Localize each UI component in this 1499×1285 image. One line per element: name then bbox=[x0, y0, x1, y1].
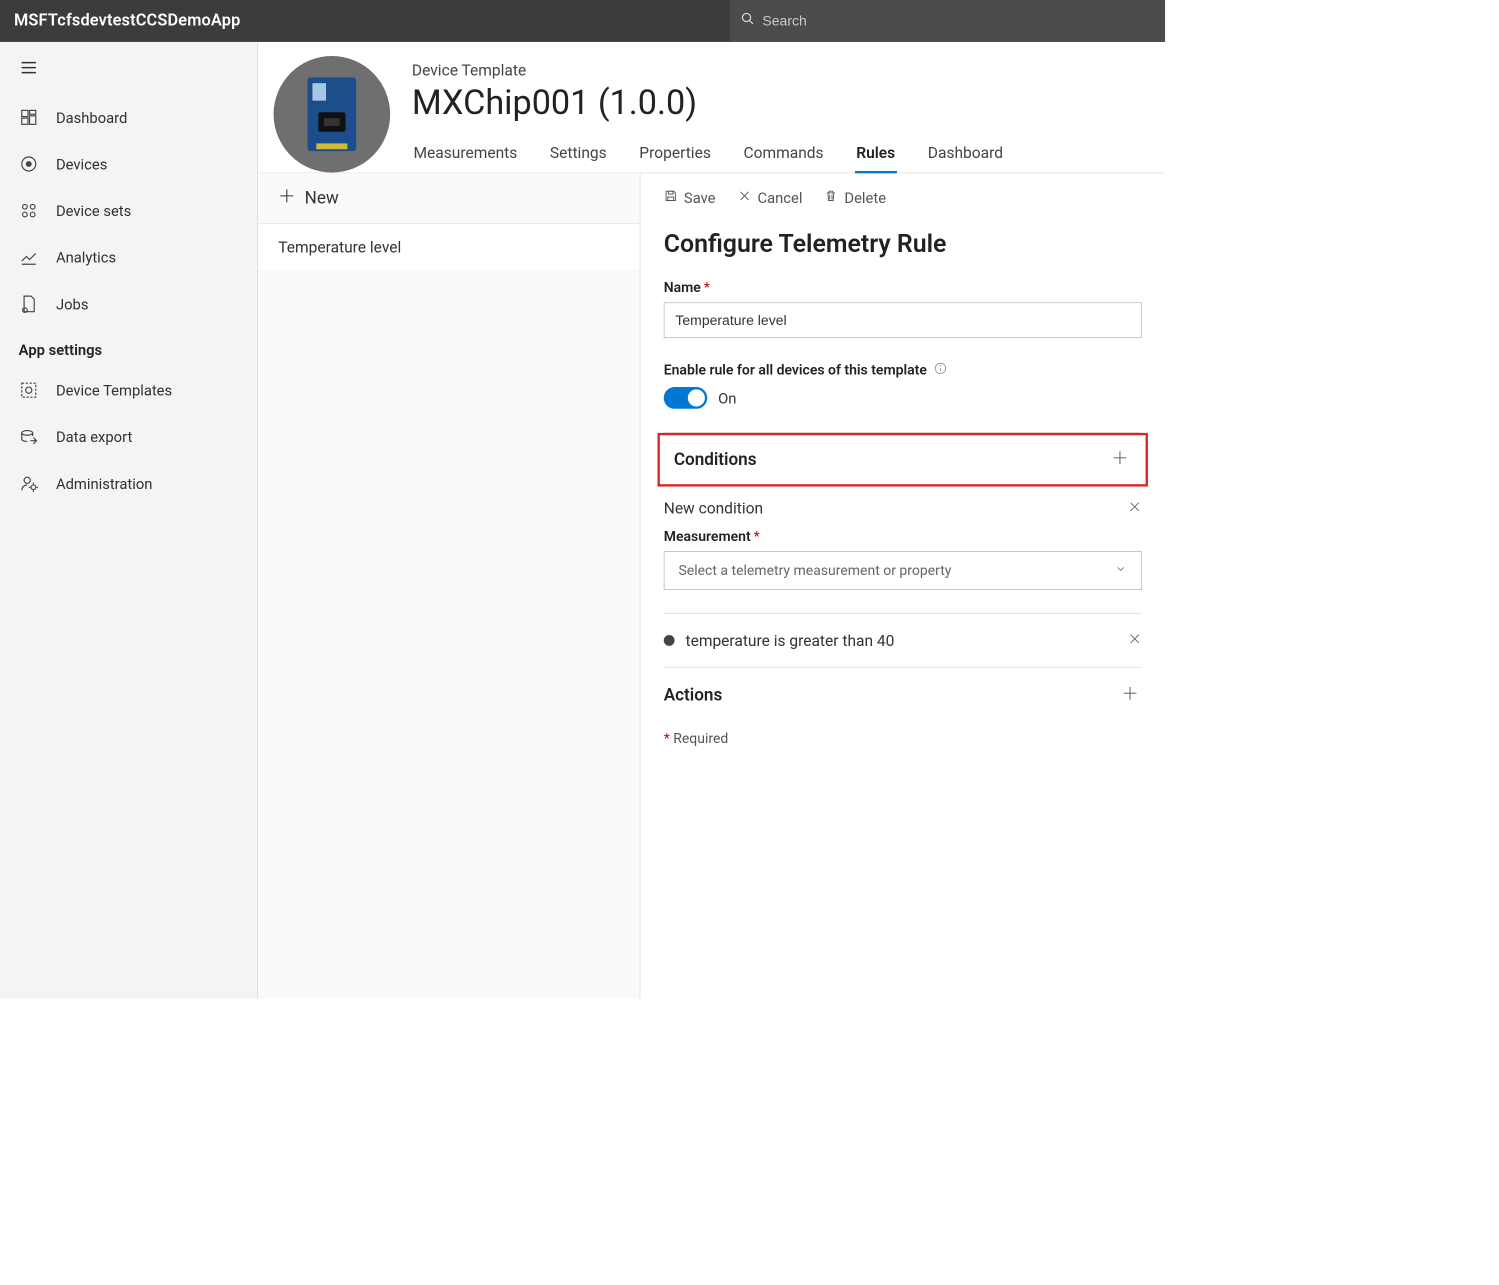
sidebar-item-administration[interactable]: Administration bbox=[0, 460, 257, 507]
condition-dot-icon bbox=[664, 635, 675, 646]
new-rule-button[interactable]: New bbox=[258, 173, 640, 224]
dashboard-icon bbox=[19, 107, 39, 127]
tabs: Measurements Settings Properties Command… bbox=[412, 137, 1150, 173]
conditions-heading: Conditions bbox=[674, 450, 757, 469]
tab-settings[interactable]: Settings bbox=[548, 137, 608, 173]
hamburger-menu[interactable] bbox=[0, 50, 257, 94]
remove-existing-condition-button[interactable] bbox=[1128, 631, 1142, 649]
sidebar-item-label: Devices bbox=[56, 155, 107, 173]
save-button[interactable]: Save bbox=[664, 189, 716, 207]
sidebar-item-dashboard[interactable]: Dashboard bbox=[0, 94, 257, 141]
tab-rules[interactable]: Rules bbox=[855, 137, 897, 173]
actions-heading: Actions bbox=[664, 685, 723, 704]
data-export-icon bbox=[19, 427, 39, 447]
page-title: MXChip001 (1.0.0) bbox=[412, 82, 1150, 122]
name-field-label: Name* bbox=[664, 280, 1142, 296]
enable-rule-label: Enable rule for all devices of this temp… bbox=[664, 362, 927, 378]
rule-name-input[interactable] bbox=[664, 302, 1142, 338]
save-icon bbox=[664, 189, 678, 207]
trash-icon bbox=[824, 189, 838, 207]
new-rule-label: New bbox=[305, 188, 339, 207]
device-sets-icon bbox=[19, 201, 39, 221]
measurement-select-placeholder: Select a telemetry measurement or proper… bbox=[678, 562, 951, 578]
jobs-icon bbox=[19, 294, 39, 314]
toggle-state-label: On bbox=[718, 389, 736, 407]
sidebar: Dashboard Devices Device sets Analytics bbox=[0, 42, 258, 999]
sidebar-item-jobs[interactable]: Jobs bbox=[0, 281, 257, 328]
tab-measurements[interactable]: Measurements bbox=[412, 137, 519, 173]
device-templates-icon bbox=[19, 380, 39, 400]
sidebar-item-label: Data export bbox=[56, 428, 132, 446]
analytics-icon bbox=[19, 247, 39, 267]
sidebar-item-label: Device sets bbox=[56, 202, 131, 220]
measurement-select[interactable]: Select a telemetry measurement or proper… bbox=[664, 551, 1142, 590]
sidebar-item-device-templates[interactable]: Device Templates bbox=[0, 367, 257, 414]
tab-dashboard[interactable]: Dashboard bbox=[926, 137, 1004, 173]
chevron-down-icon bbox=[1115, 562, 1127, 578]
tab-commands[interactable]: Commands bbox=[742, 137, 825, 173]
rule-detail-title: Configure Telemetry Rule bbox=[664, 228, 1142, 258]
sidebar-item-label: Dashboard bbox=[56, 108, 127, 126]
conditions-section-highlight: Conditions bbox=[658, 433, 1148, 487]
info-icon[interactable] bbox=[933, 361, 947, 379]
detail-toolbar: Save Cancel Delete bbox=[640, 173, 1165, 217]
sidebar-section-title: App settings bbox=[0, 327, 257, 367]
required-note: * Required bbox=[640, 720, 1165, 758]
search-input[interactable] bbox=[762, 13, 1154, 29]
breadcrumb: Device Template bbox=[412, 61, 1150, 80]
add-action-button[interactable] bbox=[1118, 682, 1141, 709]
sidebar-item-label: Jobs bbox=[56, 295, 88, 313]
close-icon bbox=[737, 189, 751, 207]
search-icon bbox=[741, 12, 755, 31]
add-condition-button[interactable] bbox=[1108, 446, 1131, 473]
administration-icon bbox=[19, 473, 39, 493]
existing-condition-row[interactable]: temperature is greater than 40 bbox=[640, 614, 1165, 667]
app-title: MSFTcfsdevtestCCSDemoApp bbox=[0, 12, 730, 31]
plus-icon bbox=[278, 187, 295, 209]
device-avatar bbox=[274, 56, 391, 173]
existing-condition-text: temperature is greater than 40 bbox=[685, 631, 894, 650]
sidebar-item-analytics[interactable]: Analytics bbox=[0, 234, 257, 281]
search-box[interactable] bbox=[730, 0, 1165, 42]
sidebar-item-label: Device Templates bbox=[56, 381, 172, 399]
cancel-button[interactable]: Cancel bbox=[737, 189, 802, 207]
rule-detail-column: Save Cancel Delete bbox=[640, 173, 1165, 998]
sidebar-item-data-export[interactable]: Data export bbox=[0, 413, 257, 460]
rules-list-column: New Temperature level bbox=[258, 173, 640, 998]
remove-new-condition-button[interactable] bbox=[1128, 499, 1142, 518]
topbar: MSFTcfsdevtestCCSDemoApp bbox=[0, 0, 1165, 42]
new-condition-label: New condition bbox=[664, 499, 763, 518]
sidebar-item-devices[interactable]: Devices bbox=[0, 141, 257, 188]
sidebar-item-label: Analytics bbox=[56, 248, 116, 266]
measurement-field-label: Measurement* bbox=[664, 528, 1142, 544]
delete-button[interactable]: Delete bbox=[824, 189, 886, 207]
devices-icon bbox=[19, 154, 39, 174]
main-content: Device Template MXChip001 (1.0.0) Measur… bbox=[258, 42, 1165, 999]
sidebar-item-label: Administration bbox=[56, 474, 152, 492]
enable-rule-toggle[interactable] bbox=[664, 387, 708, 409]
new-condition-block: New condition Measurement* Select a tele… bbox=[640, 487, 1165, 590]
rule-list-item[interactable]: Temperature level bbox=[258, 224, 640, 271]
sidebar-item-device-sets[interactable]: Device sets bbox=[0, 187, 257, 234]
tab-properties[interactable]: Properties bbox=[638, 137, 713, 173]
page-header: Device Template MXChip001 (1.0.0) Measur… bbox=[258, 42, 1165, 173]
